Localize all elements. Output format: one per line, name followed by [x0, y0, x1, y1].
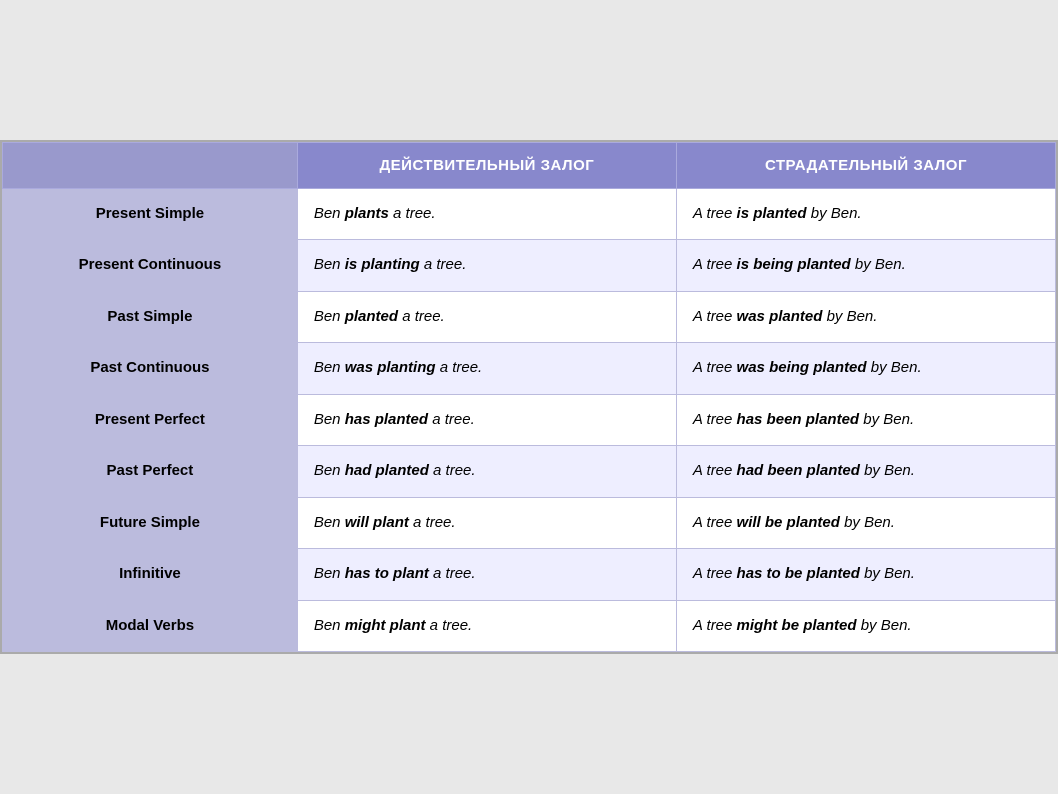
grammar-table: ДЕЙСТВИТЕЛЬНЫЙ ЗАЛОГ СТРАДАТЕЛЬНЫЙ ЗАЛОГ… — [2, 142, 1056, 653]
table-row: Past ContinuousBen was planting a tree.A… — [3, 343, 1056, 395]
active-cell: Ben is planting a tree. — [297, 240, 676, 292]
table-row: InfinitiveBen has to plant a tree.A tree… — [3, 549, 1056, 601]
passive-cell: A tree has to be planted by Ben. — [676, 549, 1055, 601]
active-cell: Ben was planting a tree. — [297, 343, 676, 395]
grammar-table-container: ДЕЙСТВИТЕЛЬНЫЙ ЗАЛОГ СТРАДАТЕЛЬНЫЙ ЗАЛОГ… — [0, 140, 1058, 655]
passive-cell: A tree will be planted by Ben. — [676, 497, 1055, 549]
passive-cell: A tree was planted by Ben. — [676, 291, 1055, 343]
table-row: Past SimpleBen planted a tree.A tree was… — [3, 291, 1056, 343]
tense-cell: Present Perfect — [3, 394, 298, 446]
passive-cell: A tree was being planted by Ben. — [676, 343, 1055, 395]
active-cell: Ben planted a tree. — [297, 291, 676, 343]
passive-cell: A tree had been planted by Ben. — [676, 446, 1055, 498]
tense-cell: Past Continuous — [3, 343, 298, 395]
tense-cell: Present Simple — [3, 188, 298, 240]
tense-cell: Future Simple — [3, 497, 298, 549]
table-row: Past PerfectBen had planted a tree.A tre… — [3, 446, 1056, 498]
tense-cell: Modal Verbs — [3, 600, 298, 652]
table-row: Present PerfectBen has planted a tree.A … — [3, 394, 1056, 446]
header-col2: ДЕЙСТВИТЕЛЬНЫЙ ЗАЛОГ — [297, 142, 676, 188]
active-cell: Ben has planted a tree. — [297, 394, 676, 446]
tense-cell: Past Simple — [3, 291, 298, 343]
tense-cell: Past Perfect — [3, 446, 298, 498]
header-col3: СТРАДАТЕЛЬНЫЙ ЗАЛОГ — [676, 142, 1055, 188]
active-cell: Ben will plant a tree. — [297, 497, 676, 549]
header-row: ДЕЙСТВИТЕЛЬНЫЙ ЗАЛОГ СТРАДАТЕЛЬНЫЙ ЗАЛОГ — [3, 142, 1056, 188]
passive-cell: A tree might be planted by Ben. — [676, 600, 1055, 652]
active-cell: Ben has to plant a tree. — [297, 549, 676, 601]
tense-cell: Present Continuous — [3, 240, 298, 292]
table-row: Future SimpleBen will plant a tree.A tre… — [3, 497, 1056, 549]
active-cell: Ben might plant a tree. — [297, 600, 676, 652]
passive-cell: A tree is planted by Ben. — [676, 188, 1055, 240]
active-cell: Ben had planted a tree. — [297, 446, 676, 498]
active-cell: Ben plants a tree. — [297, 188, 676, 240]
passive-cell: A tree is being planted by Ben. — [676, 240, 1055, 292]
table-row: Present ContinuousBen is planting a tree… — [3, 240, 1056, 292]
header-col1 — [3, 142, 298, 188]
table-row: Modal VerbsBen might plant a tree.A tree… — [3, 600, 1056, 652]
tense-cell: Infinitive — [3, 549, 298, 601]
table-body: Present SimpleBen plants a tree.A tree i… — [3, 188, 1056, 652]
table-row: Present SimpleBen plants a tree.A tree i… — [3, 188, 1056, 240]
passive-cell: A tree has been planted by Ben. — [676, 394, 1055, 446]
